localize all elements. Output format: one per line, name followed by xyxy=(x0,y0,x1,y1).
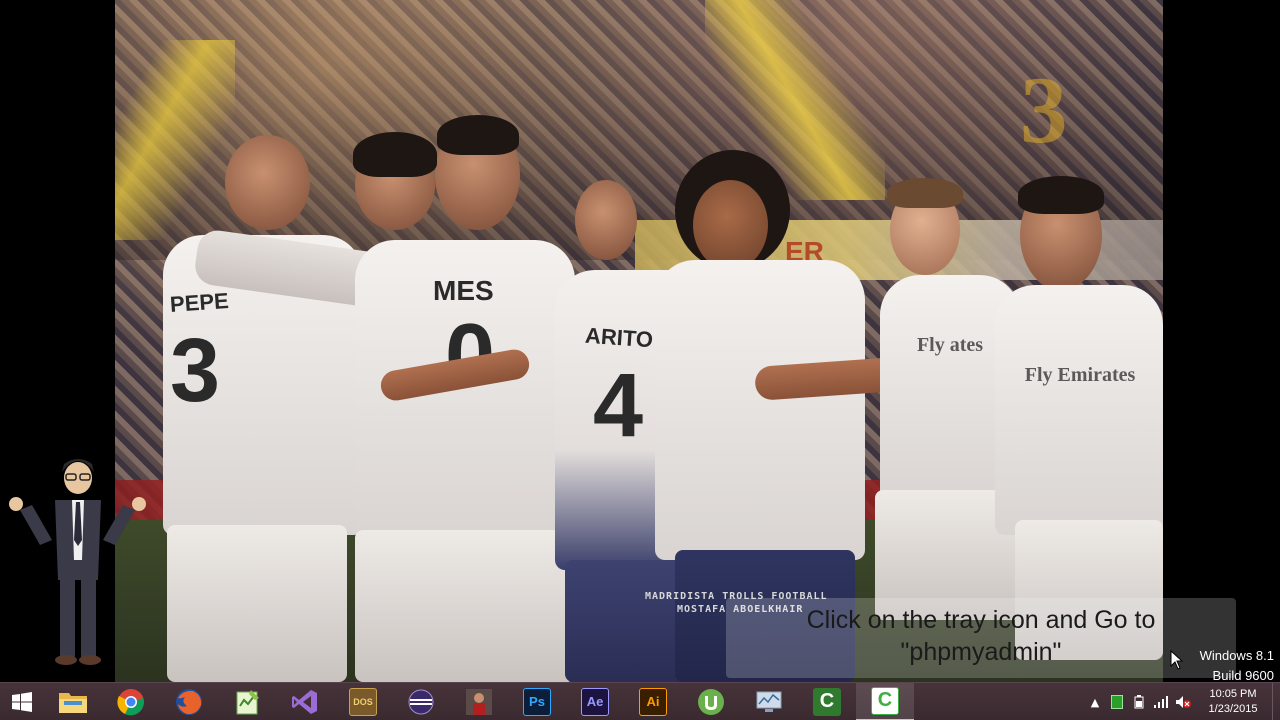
jersey-name-chicharito: ARITO xyxy=(584,322,654,353)
signal-icon[interactable] xyxy=(1150,683,1172,720)
caption-line2: "phpmyadmin" xyxy=(900,638,1062,666)
sponsor-text-fly-emirates: Fly Emirates xyxy=(1024,364,1136,386)
show-desktop-button[interactable] xyxy=(1272,683,1280,720)
eclipse-icon xyxy=(408,689,434,714)
taskbar-game[interactable] xyxy=(450,683,508,720)
taskbar-notepad-plus[interactable] xyxy=(218,683,276,720)
stand-stripe-left xyxy=(115,40,235,240)
game-icon xyxy=(466,688,492,715)
player-head xyxy=(575,180,637,260)
player-hair xyxy=(1018,176,1104,214)
windows-version: Windows 8.1 xyxy=(1199,648,1274,663)
jersey-number-14: 4 xyxy=(593,356,643,456)
taskbar-visual-studio[interactable] xyxy=(276,683,334,720)
signal-bars-icon xyxy=(1154,696,1168,708)
visual-studio-icon xyxy=(292,689,317,714)
taskbar-file-explorer[interactable] xyxy=(44,683,102,720)
camtasia-icon: C xyxy=(871,686,899,715)
illustrator-icon: Ai xyxy=(639,687,667,716)
power-icon[interactable] xyxy=(1128,683,1150,720)
after-effects-icon: Ae xyxy=(581,687,609,716)
tutorial-caption: Click on the tray icon and Go to "phpmya… xyxy=(726,598,1236,678)
battery-plug-icon xyxy=(1134,695,1144,709)
presenter-mascot xyxy=(9,459,146,665)
taskbar: DOS Ps Ae Ai C C ▲ 10:05 PM 1/23/2015 xyxy=(0,682,1280,720)
server-icon[interactable] xyxy=(1106,683,1128,720)
caption-line1: Click on the tray icon and Go to xyxy=(806,606,1156,634)
taskbar-after-effects[interactable]: Ae xyxy=(566,683,624,720)
player-hair xyxy=(887,178,963,208)
server-status-square xyxy=(1111,695,1123,709)
clock-time: 10:05 PM xyxy=(1209,688,1257,700)
taskbar-illustrator[interactable]: Ai xyxy=(624,683,682,720)
taskbar-dosbox[interactable]: DOS xyxy=(334,683,392,720)
start-button[interactable] xyxy=(0,683,44,720)
mouse-cursor-icon xyxy=(1170,650,1184,670)
windows-build-watermark: Windows 8.1 Build 9600 xyxy=(1200,646,1274,686)
jersey-name-pepe: PEPE xyxy=(169,287,230,318)
utorrent-icon xyxy=(698,688,724,715)
monitor-icon xyxy=(756,691,782,712)
windows-logo-icon xyxy=(12,691,32,712)
taskbar-camtasia-1[interactable]: C xyxy=(798,683,856,720)
taskbar-utorrent[interactable] xyxy=(682,683,740,720)
show-hidden-icon[interactable]: ▲ xyxy=(1084,683,1106,720)
clock[interactable]: 10:05 PM 1/23/2015 xyxy=(1194,687,1272,717)
gold-number-logo: 3 xyxy=(1020,57,1068,163)
player-hair xyxy=(353,132,437,177)
taskbar-eclipse[interactable] xyxy=(392,683,450,720)
wallpaper-image: ER 3 PEPE 3 MES 0 ARITO 4 Fly ates Fly E… xyxy=(115,0,1163,682)
system-tray: ▲ 10:05 PM 1/23/2015 xyxy=(1084,683,1280,720)
firefox-icon xyxy=(176,688,202,715)
player-shorts xyxy=(355,530,575,682)
notepad-icon xyxy=(236,689,259,714)
chrome-icon xyxy=(117,688,144,715)
volume-muted-icon[interactable] xyxy=(1172,683,1194,720)
taskbar-camtasia-2[interactable]: C xyxy=(856,682,914,720)
taskbar-chrome[interactable] xyxy=(102,683,160,720)
player-shorts xyxy=(167,525,347,682)
player-head xyxy=(693,180,768,270)
taskbar-task-manager[interactable] xyxy=(740,683,798,720)
jersey-name-james: MES xyxy=(433,275,494,306)
camtasia-icon: C xyxy=(813,687,841,716)
photoshop-icon: Ps xyxy=(523,687,551,716)
dosbox-icon: DOS xyxy=(349,687,377,716)
player-head xyxy=(225,135,310,230)
player-shirt xyxy=(655,260,865,560)
taskbar-firefox[interactable] xyxy=(160,683,218,720)
caption-text: Click on the tray icon and Go to "phpmya… xyxy=(726,604,1236,668)
sponsor-text: Fly ates xyxy=(916,334,984,356)
desktop: ER 3 PEPE 3 MES 0 ARITO 4 Fly ates Fly E… xyxy=(0,0,1280,683)
speaker-muted-icon xyxy=(1176,696,1191,708)
clock-date: 1/23/2015 xyxy=(1208,703,1258,715)
jersey-number-3: 3 xyxy=(170,321,220,421)
taskbar-photoshop[interactable]: Ps xyxy=(508,683,566,720)
player-shirt xyxy=(995,285,1163,535)
player-hair xyxy=(437,115,519,155)
folder-icon xyxy=(59,692,87,713)
